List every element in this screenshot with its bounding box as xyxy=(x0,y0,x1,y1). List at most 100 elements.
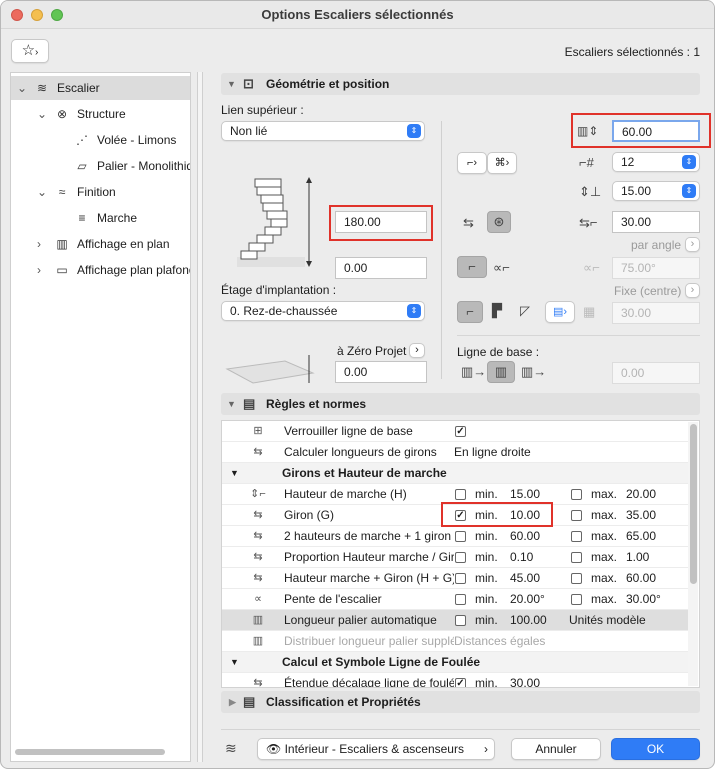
distribute-icon: ▥ xyxy=(252,635,264,647)
walkline-center-toggle[interactable]: ▛ xyxy=(485,301,509,323)
rules-row-label: Verrouiller ligne de base xyxy=(284,424,413,438)
sidebar-item-label: Affichage plan plafond r xyxy=(77,263,190,277)
panel-divider xyxy=(441,121,442,379)
rules-row[interactable]: ⊞ Verrouiller ligne de base ✓ xyxy=(222,421,688,442)
risers-count-select[interactable]: 12 ⇕ xyxy=(612,152,700,172)
by-angle-button[interactable]: › xyxy=(685,237,700,252)
chevron-right-icon: ▶ xyxy=(229,697,236,707)
going-value: 30.00 xyxy=(621,215,652,229)
select-arrows-icon: ⇕ xyxy=(682,184,696,198)
sidebar-item[interactable]: ▱ Palier - Monolithique xyxy=(11,154,190,178)
rules-section-header[interactable]: ▼ ▤ Règles et normes xyxy=(221,393,700,415)
walkline-right-toggle[interactable]: ◸ xyxy=(513,301,537,323)
rules-row-label: Étendue décalage ligne de foulée xyxy=(284,676,454,688)
going-lock-toggle[interactable]: ⊛ xyxy=(487,211,511,233)
flight-icon: ⋰ xyxy=(76,133,88,147)
lock-baseline-checkbox[interactable]: ✓ xyxy=(455,426,466,437)
min-checkbox[interactable] xyxy=(455,552,466,563)
zero-reference-button[interactable]: › xyxy=(409,343,425,358)
walkline-left-toggle[interactable]: ⌐ xyxy=(457,301,483,323)
max-value: 35.00 xyxy=(626,508,657,522)
rules-scrollbar-thumb[interactable] xyxy=(690,424,697,584)
top-link-value: Non lié xyxy=(230,124,268,138)
rules-row[interactable]: ▥ Longueur palier automatique min. 100.00 Un… xyxy=(222,610,688,631)
baseline-left-icon[interactable]: ▥→ xyxy=(461,364,486,380)
title-bar: Options Escaliers sélectionnés xyxy=(1,1,714,29)
max-checkbox[interactable] xyxy=(571,510,582,521)
sidebar-item[interactable]: › ▭ Affichage plan plafond r xyxy=(11,258,190,282)
min-checkbox[interactable] xyxy=(455,489,466,500)
ok-button[interactable]: OK xyxy=(611,738,700,760)
max-checkbox[interactable] xyxy=(571,489,582,500)
min-checkbox[interactable] xyxy=(455,594,466,605)
top-link-select[interactable]: Non lié ⇕ xyxy=(221,121,425,141)
minimize-window-button[interactable] xyxy=(31,9,43,21)
rules-row[interactable]: ▥ Distribuer longueur palier supplémentai… xyxy=(222,631,688,652)
max-checkbox[interactable] xyxy=(571,531,582,542)
sidebar-item[interactable]: ⌄ ⊗ Structure xyxy=(11,102,190,126)
disclosure-open-icon[interactable]: ⌄ xyxy=(37,180,47,204)
rules-row[interactable]: ⇆ Proportion Hauteur marche / Giron (H/G)… xyxy=(222,547,688,568)
zero-input[interactable]: 0.00 xyxy=(335,361,427,383)
rules-row[interactable]: ⇆ Étendue décalage ligne de foulée ✓ min. 30… xyxy=(222,673,688,688)
sidebar-item[interactable]: ≡ Marche xyxy=(11,206,190,230)
walkline-right-icon: ◸ xyxy=(520,303,530,318)
angle-input: 75.00° xyxy=(612,257,700,279)
riser-height-select[interactable]: 15.00 ⇕ xyxy=(612,181,700,201)
sidebar-item[interactable]: › ▥ Affichage en plan xyxy=(11,232,190,256)
fixed-disabled-icon: ▦ xyxy=(583,304,596,319)
min-checkbox[interactable]: ✓ xyxy=(455,678,466,687)
max-value: 60.00 xyxy=(626,571,657,585)
max-checkbox[interactable] xyxy=(571,552,582,563)
min-checkbox[interactable] xyxy=(455,615,466,626)
geometry-section-header[interactable]: ▼ ⊡ Géométrie et position xyxy=(221,73,700,95)
disclosure-closed-icon[interactable]: › xyxy=(37,258,41,282)
sidebar-item-label: Affichage en plan xyxy=(77,237,170,251)
home-story-select[interactable]: 0. Rez-de-chaussée ⇕ xyxy=(221,301,425,321)
stair-run-icon: ⌘› xyxy=(494,157,510,169)
riser-height-value: 15.00 xyxy=(621,184,652,198)
classification-section-header[interactable]: ▶ ▤ Classification et Propriétés xyxy=(221,691,700,713)
cancel-button[interactable]: Annuler xyxy=(511,738,601,760)
disclosure-open-icon[interactable]: ⌄ xyxy=(37,102,47,126)
close-window-button[interactable] xyxy=(11,9,23,21)
sidebar-item[interactable]: ⋰ Volée - Limons xyxy=(11,128,190,152)
rules-group-row[interactable]: ▼ Calcul et Symbole Ligne de Foulée xyxy=(222,652,688,673)
baseline-center-toggle[interactable]: ▥ xyxy=(487,361,515,383)
fixed-options-button[interactable]: › xyxy=(685,283,700,298)
rules-row[interactable]: ⇆ 2 hauteurs de marche + 1 giron (2H+G) mi… xyxy=(222,526,688,547)
favorite-select[interactable]: 👁 Intérieur - Escaliers & ascenseurs › xyxy=(257,738,495,760)
favorites-button[interactable]: ☆› xyxy=(11,39,49,63)
walkline-options-button[interactable]: ▤› xyxy=(545,301,575,323)
bottom-offset-input[interactable]: 0.00 xyxy=(335,257,427,279)
zoom-window-button[interactable] xyxy=(51,9,63,21)
rules-row[interactable]: ∝ Pente de l'escalier min. 20.00° max. 30.00° xyxy=(222,589,688,610)
landing-type-toggle[interactable]: ⌐ xyxy=(457,256,487,278)
splitter-handle[interactable] xyxy=(197,72,203,762)
angle-value: 75.00° xyxy=(621,261,656,275)
max-checkbox[interactable] xyxy=(571,573,582,584)
rules-group-row[interactable]: ▼ Girons et Hauteur de marche xyxy=(222,463,688,484)
stair-shape-button[interactable]: ⌘› xyxy=(487,152,517,174)
max-checkbox[interactable] xyxy=(571,594,582,605)
sidebar-item[interactable]: ⌄ ≈ Finition xyxy=(11,180,190,204)
baseline-right-icon[interactable]: ▥→ xyxy=(521,364,546,380)
zero-level-image xyxy=(225,355,315,384)
chevron-down-icon[interactable]: ▼ xyxy=(230,463,239,483)
min-value: 60.00 xyxy=(510,529,541,543)
angle-icon: ∝⌐ xyxy=(493,260,510,275)
disclosure-open-icon[interactable]: ⌄ xyxy=(17,76,27,100)
rules-row[interactable]: ⇆ Hauteur marche + Giron (H + G) min. 45.00… xyxy=(222,568,688,589)
sidebar-item[interactable]: ⌄ ≋ Escalier xyxy=(11,76,190,100)
rules-row[interactable]: ⇆ Calculer longueurs de girons En ligne dr… xyxy=(222,442,688,463)
min-checkbox[interactable] xyxy=(455,531,466,542)
rules-group-label: Calcul et Symbole Ligne de Foulée xyxy=(282,655,481,669)
chevron-down-icon[interactable]: ▼ xyxy=(230,652,239,672)
select-arrows-icon: ⇕ xyxy=(682,155,696,169)
going-input[interactable]: 30.00 xyxy=(612,211,700,233)
classification-icon: ▤ xyxy=(243,694,256,709)
disclosure-closed-icon[interactable]: › xyxy=(37,232,41,256)
min-checkbox[interactable] xyxy=(455,573,466,584)
sidebar-scrollbar[interactable] xyxy=(15,749,165,755)
stair-type-button[interactable]: ⌐› xyxy=(457,152,487,174)
